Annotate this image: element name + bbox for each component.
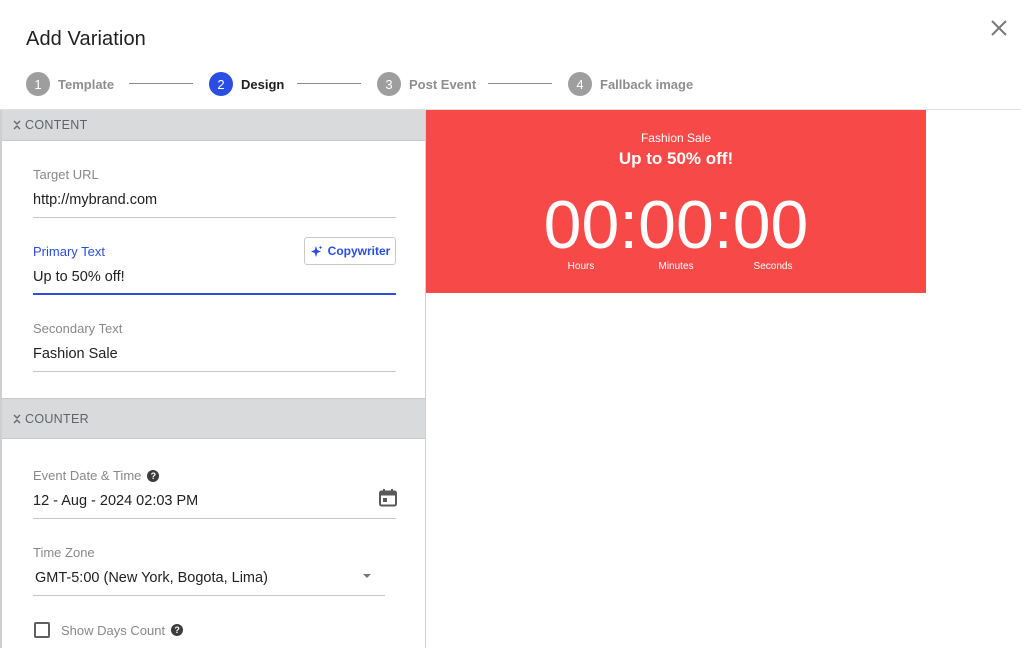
help-icon[interactable]: ? — [147, 470, 160, 482]
page-title: Add Variation — [26, 28, 146, 50]
step-number: 1 — [26, 72, 50, 96]
secondary-text-input[interactable]: Fashion Sale — [33, 346, 396, 372]
preview-timer: 00:00:00 — [543, 187, 809, 263]
close-icon — [991, 20, 1007, 36]
time-zone-field[interactable]: Time Zone GMT-5:00 (New York, Bogota, Li… — [33, 545, 385, 596]
secondary-text-field[interactable]: Secondary Text Fashion Sale — [33, 321, 396, 372]
copywriter-label: Copywriter — [327, 244, 391, 258]
event-date-input[interactable]: 12 - Aug - 2024 02:03 PM — [33, 493, 396, 519]
event-date-field[interactable]: Event Date & Time? 12 - Aug - 2024 02:03… — [33, 468, 398, 519]
countdown-preview: Fashion Sale Up to 50% off! 00:00:00 Hou… — [426, 110, 926, 293]
step-connector — [297, 83, 361, 84]
sparkle-icon — [310, 245, 323, 257]
step-label: Template — [58, 76, 115, 92]
copywriter-button[interactable]: Copywriter — [304, 237, 396, 265]
target-url-field[interactable]: Target URL http://mybrand.com — [33, 167, 396, 218]
collapse-icon — [13, 414, 21, 423]
section-title: CONTENT — [25, 118, 88, 132]
dropdown-arrow-icon[interactable] — [363, 574, 371, 578]
checkbox-label: Show Days Count — [61, 622, 166, 638]
show-days-count-row[interactable]: Show Days Count ? — [34, 622, 184, 638]
event-date-label: Event Date & Time — [33, 468, 142, 483]
step-number: 3 — [377, 72, 401, 96]
content-section-header[interactable]: CONTENT — [2, 110, 425, 141]
preview-secondary-text: Fashion Sale — [640, 131, 712, 145]
collapse-icon — [13, 120, 21, 130]
section-title: COUNTER — [25, 411, 89, 426]
calendar-icon[interactable] — [378, 488, 398, 508]
field-label: Target URL — [33, 167, 99, 182]
step-label: Fallback image — [600, 76, 694, 92]
preview-unit-minutes: Minutes — [658, 261, 694, 272]
settings-panel[interactable]: CONTENT Target URL http://mybrand.com Pr… — [0, 110, 426, 648]
step-template[interactable]: 1 Template — [26, 72, 114, 96]
step-number: 4 — [568, 72, 592, 96]
field-label: Time Zone — [33, 545, 95, 560]
field-label: Event Date & Time? — [33, 468, 396, 483]
counter-section-header[interactable]: COUNTER — [2, 398, 425, 439]
step-design[interactable]: 2 Design — [209, 72, 284, 96]
target-url-input[interactable]: http://mybrand.com — [33, 192, 396, 218]
preview-unit-hours: Hours — [567, 261, 595, 272]
step-fallback-image[interactable]: 4 Fallback image — [568, 72, 693, 96]
step-label: Design — [241, 76, 285, 92]
step-label: Post Event — [409, 76, 477, 92]
step-post-event[interactable]: 3 Post Event — [377, 72, 476, 96]
primary-text-input[interactable]: Up to 50% off! — [33, 269, 396, 295]
preview-unit-seconds: Seconds — [753, 261, 793, 272]
close-button[interactable] — [988, 17, 1010, 39]
step-connector — [129, 83, 193, 84]
step-connector — [488, 83, 552, 84]
step-number: 2 — [209, 72, 233, 96]
field-label: Secondary Text — [33, 321, 123, 336]
help-icon[interactable]: ? — [171, 624, 184, 636]
time-zone-select[interactable]: GMT-5:00 (New York, Bogota, Lima) — [33, 570, 385, 596]
preview-primary-text: Up to 50% off! — [618, 149, 734, 168]
show-days-count-checkbox[interactable] — [34, 622, 50, 638]
